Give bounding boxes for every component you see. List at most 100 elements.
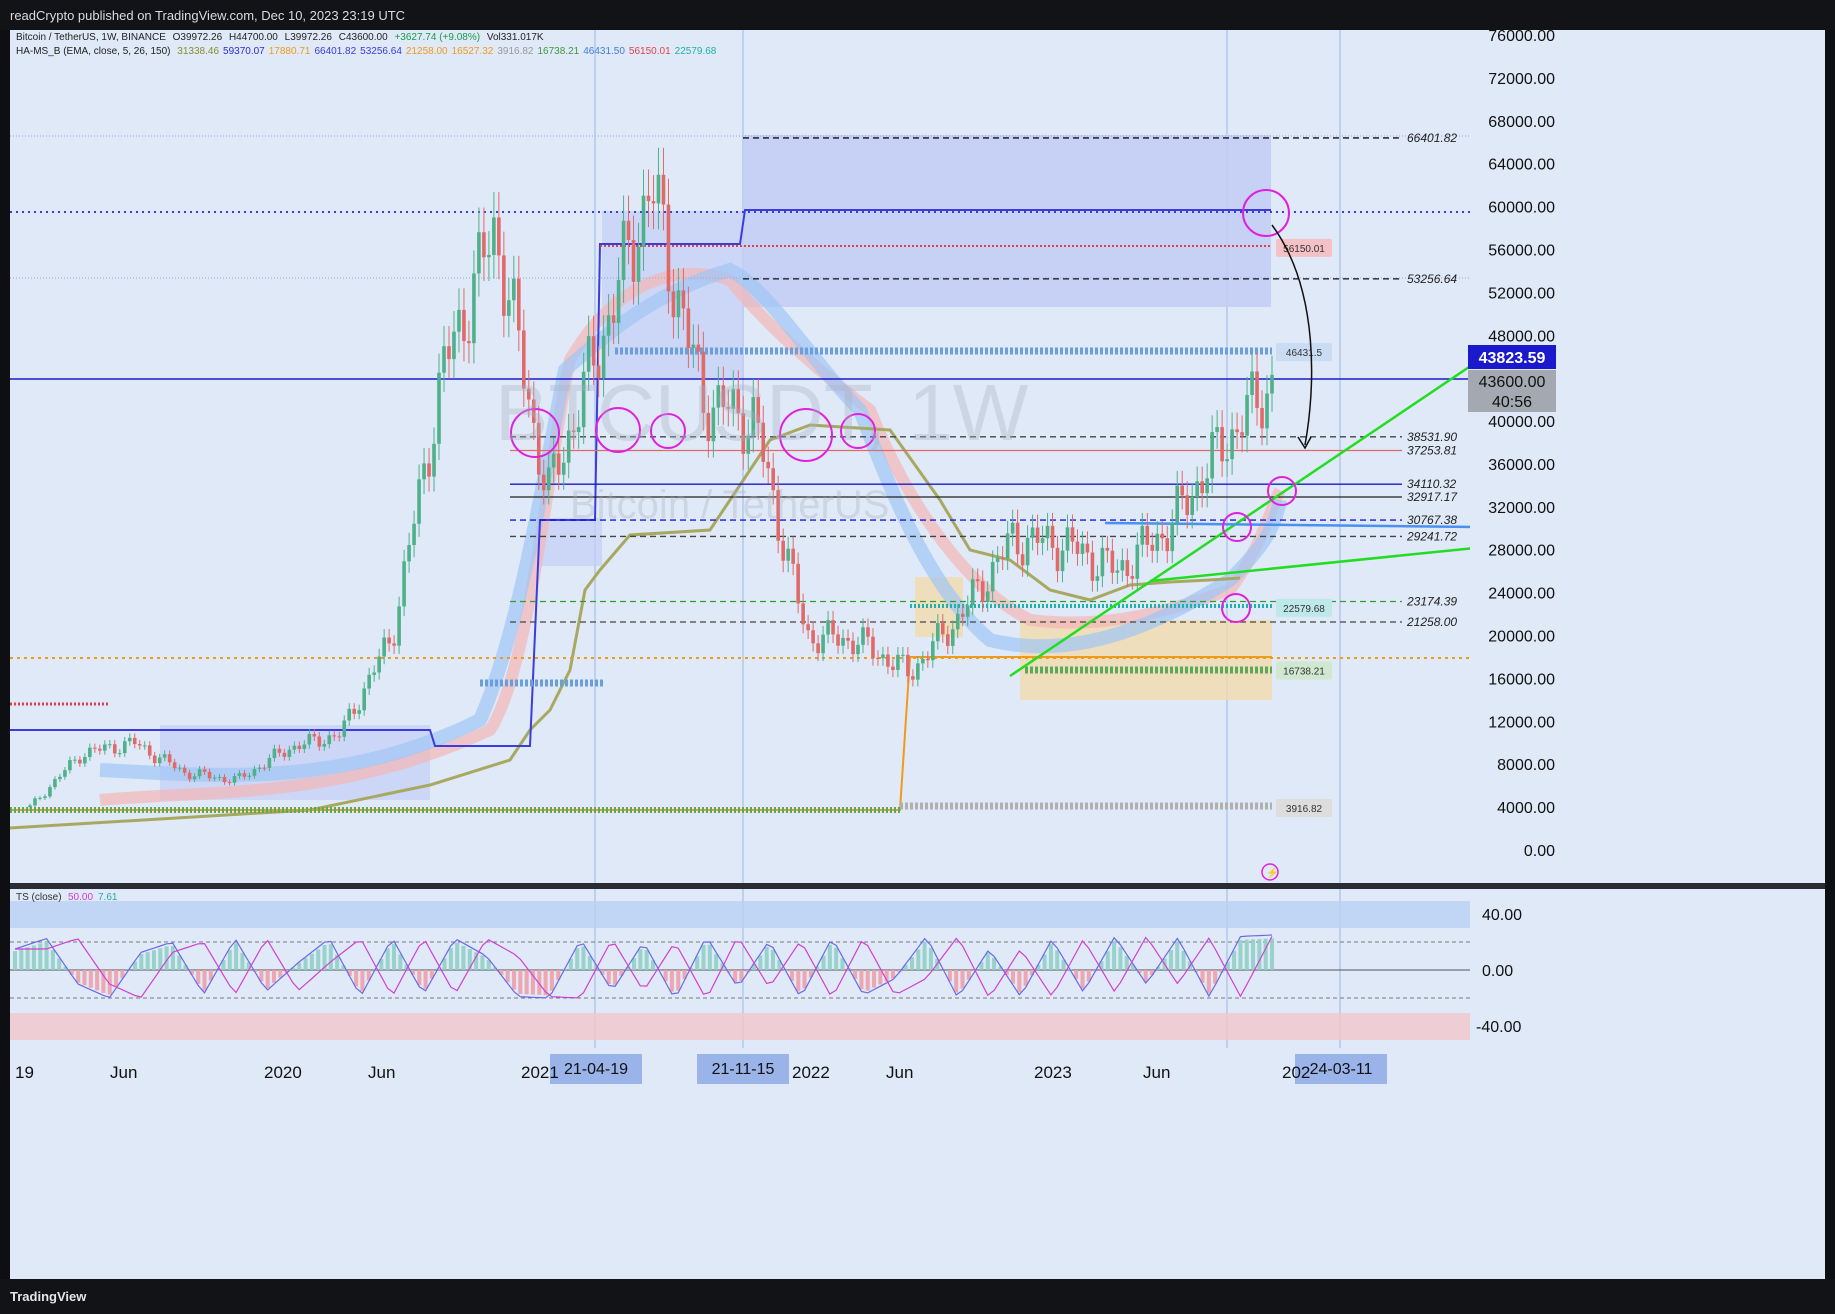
candle-body [78,759,82,764]
price-tick-label: 36000.00 [1488,457,1555,474]
candle-body [641,195,646,247]
candle-body [1125,560,1130,577]
ts-histogram-bar [19,949,24,970]
footer: TradingView [0,1279,1835,1314]
ts-histogram-bar [328,944,333,970]
candle-body [88,747,92,758]
candle-body [1030,527,1035,538]
level-label: 32917.17 [1407,490,1458,504]
candle-body [1045,525,1050,539]
candle-body [377,656,381,673]
value-tag-label: 3916.82 [1286,804,1323,815]
chart-svg[interactable]: 66401.8253256.6438531.9037253.8134110.32… [10,30,1825,1279]
ts-oversold-band [10,1013,1470,1040]
ts-histogram-bar [196,970,201,984]
trendline-lower[interactable] [1149,546,1476,583]
ts-histogram-bar [1270,938,1274,970]
ts-histogram-bar [587,955,592,970]
candle-body [117,753,122,755]
candle-body [1035,527,1040,543]
candle-body [242,773,247,777]
candle-body [791,548,795,564]
level-label: 23174.39 [1406,594,1457,608]
candle-body [192,776,197,780]
candle-body [985,591,990,603]
legend-close: C43600.00 [339,32,388,43]
ts-histogram-bar [38,943,43,970]
ts-histogram-bar [1263,938,1268,970]
candle-body [152,755,157,764]
candle-body [492,217,496,255]
price-tick-label: 40000.00 [1488,414,1555,431]
ts-histogram-bar [758,955,763,970]
supply-zone [743,135,1271,307]
price-axis-panel[interactable] [1470,30,1825,1279]
ts-histogram-bar [13,951,17,970]
time-highlight-label-2: 21-11-15 [712,1061,775,1078]
candle-body [626,220,631,240]
ts-histogram-bar [992,957,997,970]
candle-body [212,777,217,779]
candle-body [1020,554,1025,566]
candle-body [38,797,42,799]
ts-histogram-bar [802,970,807,989]
candle-body [1000,557,1005,559]
candle-body [83,757,87,764]
ts-histogram-bar [151,950,156,970]
candle-body [871,636,875,658]
ts-histogram-bar [960,970,965,989]
indicator-name: HA-MS_B (EMA, close, 5, 26, 150) [16,46,171,57]
chart-area[interactable]: 66401.82 53256.64 38531.90 37253.81 34110.32… [10,30,1825,1279]
pane-separator[interactable] [10,883,1825,889]
ts-histogram-bar [985,953,990,970]
ts-histogram-bar [505,970,510,983]
current-price-label: 43823.59 [1479,350,1546,367]
ts-histogram-bar [644,949,649,970]
indicator-value: 22579.68 [675,46,717,57]
candle-body [73,759,77,761]
candle-body [497,217,501,256]
candle-body [995,557,1000,562]
time-axis-label: 2023 [1034,1063,1072,1082]
ts-histogram-bar [1238,940,1243,970]
candle-body [861,627,865,645]
ts-histogram-bar [606,970,611,984]
arrow-head-icon [1297,436,1312,450]
ts-histogram-bar [909,957,914,970]
candle-body [122,741,127,754]
candle-body [142,745,147,747]
candle-body [63,770,67,777]
time-axis-label: 202 [1282,1063,1310,1082]
ts-histogram-bar [461,945,466,970]
indicator-value: 53256.64 [360,46,402,57]
candle-body [402,561,406,607]
candle-body [921,658,925,664]
indicator-value: 66401.82 [314,46,356,57]
candle-body [826,620,830,635]
candle-body [876,657,880,659]
candle-body [43,796,47,798]
ts-histogram-bar [1244,939,1249,970]
candle-body [462,309,466,342]
publish-header: readCrypto published on TradingView.com,… [0,0,1835,30]
ts-histogram-bar [139,954,144,970]
candle-body [342,720,347,737]
candle-body [1095,576,1100,581]
candle-body [387,637,391,644]
candle-body [167,754,172,763]
ts-value-2: 7.61 [98,892,118,903]
price-tick-label: 72000.00 [1488,71,1555,88]
candle-body [856,644,860,655]
orange-zone [1020,620,1272,700]
ts-histogram-bar [922,941,927,970]
indicator-value: 46431.50 [583,46,625,57]
candle-body [312,733,317,737]
candle-body [162,754,167,758]
ts-histogram-bar [1118,947,1123,970]
price-tick-label: 24000.00 [1488,586,1555,603]
candle-body [222,776,227,783]
candle-body [586,336,591,372]
candle-body [666,204,671,292]
ts-histogram-bar [360,970,365,992]
watermark-name: Bitcoin / TetherUS [570,483,889,527]
